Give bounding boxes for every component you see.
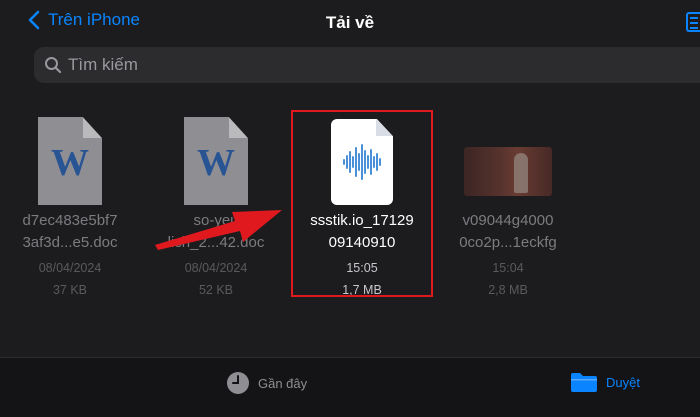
tab-bar: Gần đây Duyệt xyxy=(0,357,700,417)
file-size: 52 KB xyxy=(198,283,234,297)
file-thumbnail: W xyxy=(146,110,286,205)
file-name: ssstik.io_17129 09140910 xyxy=(310,212,414,251)
word-document-icon: W xyxy=(184,117,248,205)
file-date: 08/04/2024 xyxy=(38,261,102,275)
file-item[interactable]: v09044g4000 0co2p...1eckfg 15:04 2,8 MB xyxy=(438,110,578,298)
page-title: Tải về xyxy=(325,13,375,32)
file-date: 08/04/2024 xyxy=(184,261,248,275)
search-icon xyxy=(45,57,62,74)
tab-label: Gần đây xyxy=(258,375,308,391)
file-thumbnail: W xyxy=(0,110,140,205)
file-size: 2,8 MB xyxy=(488,283,528,297)
file-item[interactable]: W d7ec483e5bf7 3af3d...e5.doc 08/04/2024… xyxy=(0,110,140,298)
file-thumbnail xyxy=(438,110,578,205)
file-date: 15:04 xyxy=(492,261,524,275)
files-app-screen: Trên iPhone Tải về W d7ec483e5bf7 3af3d.… xyxy=(0,0,700,417)
tab-label: Duyệt xyxy=(606,374,640,390)
file-grid: W d7ec483e5bf7 3af3d...e5.doc 08/04/2024… xyxy=(0,110,700,350)
search-input[interactable] xyxy=(68,55,568,75)
tab-recent[interactable]: Gần đây xyxy=(226,371,307,395)
clock-icon xyxy=(227,372,249,394)
audio-file-icon xyxy=(331,119,393,205)
file-name: v09044g4000 0co2p...1eckfg xyxy=(459,212,557,251)
list-menu-icon[interactable] xyxy=(686,12,700,32)
word-document-icon: W xyxy=(38,117,102,205)
file-thumbnail xyxy=(292,110,432,205)
tab-browse[interactable]: Duyệt xyxy=(570,371,640,393)
file-item-selected[interactable]: ssstik.io_17129 09140910 15:05 1,7 MB xyxy=(292,110,432,298)
file-size: 37 KB xyxy=(52,283,88,297)
file-date: 15:05 xyxy=(346,261,378,275)
waveform-icon xyxy=(343,144,381,180)
video-thumbnail xyxy=(464,147,552,196)
red-arrow-icon xyxy=(155,210,282,250)
file-name: d7ec483e5bf7 3af3d...e5.doc xyxy=(22,212,118,251)
search-bar[interactable] xyxy=(34,47,700,83)
folder-icon xyxy=(571,373,597,392)
navigation-bar: Trên iPhone Tải về xyxy=(0,0,700,44)
file-size: 1,7 MB xyxy=(342,283,382,297)
